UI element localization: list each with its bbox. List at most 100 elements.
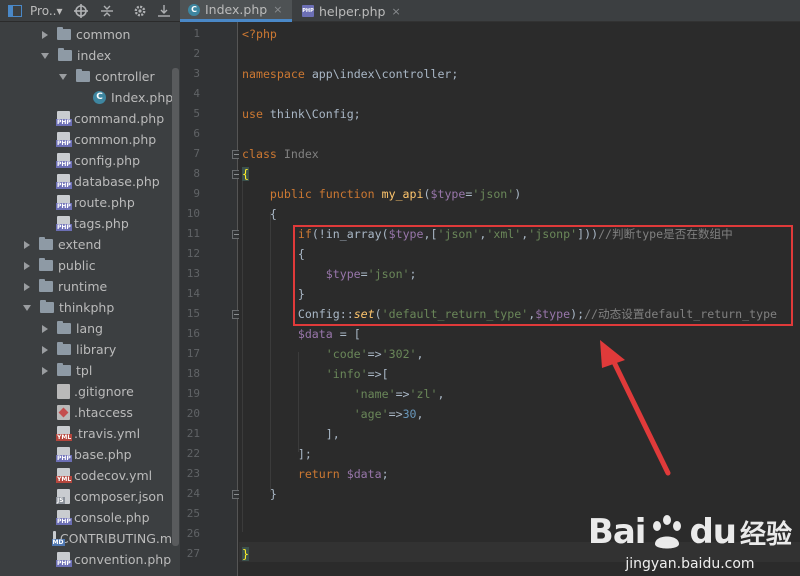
tree-item-label: convention.php (74, 552, 172, 567)
close-icon[interactable]: × (273, 3, 282, 16)
chevron-down-icon[interactable] (59, 73, 67, 80)
tree-item-label: lang (76, 321, 103, 336)
tree-folder[interactable]: index (0, 45, 180, 66)
line-number: 22 (186, 447, 200, 460)
chevron-right-icon[interactable] (24, 261, 30, 270)
locate-target-icon[interactable] (74, 0, 88, 22)
line-number: 4 (193, 87, 200, 100)
tree-folder[interactable]: controller (0, 66, 180, 87)
project-view-icon[interactable] (8, 0, 22, 22)
tree-file[interactable]: YML codecov.yml (0, 465, 180, 486)
collapse-all-icon[interactable] (101, 0, 113, 22)
code-token: => (395, 387, 410, 401)
code-token: 'age' (353, 407, 389, 421)
tree-file[interactable]: PHP route.php (0, 192, 180, 213)
chevron-right-icon[interactable] (42, 366, 48, 375)
code-token: ) (514, 187, 522, 201)
project-view-dropdown[interactable]: Pro..▾ (30, 0, 62, 22)
tree-item-label: extend (58, 237, 102, 252)
code-line[interactable]: } (242, 484, 277, 504)
tree-file[interactable]: .gitignore (0, 381, 180, 402)
code-line[interactable]: ]; (242, 444, 312, 464)
chevron-down-icon[interactable] (41, 52, 49, 59)
tree-file[interactable]: PHP common.php (0, 129, 180, 150)
chevron-right-icon[interactable] (24, 282, 30, 291)
php-file-icon: PHP (56, 111, 72, 126)
tree-file[interactable]: JS composer.json (0, 486, 180, 507)
settings-gear-icon[interactable] (133, 0, 147, 22)
close-icon[interactable]: × (391, 5, 400, 18)
line-number: 8 (193, 167, 200, 180)
code-line[interactable]: class Index (242, 144, 319, 164)
code-line[interactable]: <?php (242, 24, 277, 44)
code-token: } (242, 487, 277, 501)
annotation-highlight-box (293, 225, 793, 326)
tree-folder[interactable]: extend (0, 234, 180, 255)
line-number-gutter[interactable]: 1 2 3 4 5 6 7 8 9 10 11 12 13 14 15 16 17 18 19 20 21 22 23 24 2… (180, 22, 241, 576)
code-line[interactable]: { (242, 164, 249, 184)
code-line[interactable]: 'code'=>'302', (242, 344, 424, 364)
tree-file[interactable]: MD CONTRIBUTING.md (0, 528, 180, 549)
tree-file[interactable]: C Index.php (0, 87, 180, 108)
tree-file[interactable]: PHP base.php (0, 444, 180, 465)
hide-panel-icon[interactable] (158, 0, 170, 22)
code-line[interactable]: return $data; (242, 464, 389, 484)
tab-index-php[interactable]: C Index.php × (180, 0, 292, 22)
chevron-right-icon[interactable] (42, 324, 48, 333)
tree-file[interactable]: PHP tags.php (0, 213, 180, 234)
class-icon: C (93, 91, 106, 104)
line-number: 24 (186, 487, 200, 500)
tree-folder[interactable]: common (0, 24, 180, 45)
git-file-icon (57, 384, 70, 399)
code-line[interactable]: } (242, 544, 249, 564)
tree-file[interactable]: PHP convention.php (0, 549, 180, 570)
code-line[interactable]: 'info'=>[ (242, 364, 389, 384)
tree-file[interactable]: PHP config.php (0, 150, 180, 171)
code-token: 'info' (325, 367, 368, 381)
tree-file[interactable]: PHP command.php (0, 108, 180, 129)
code-token: } (242, 547, 249, 561)
chevron-right-icon[interactable] (42, 345, 48, 354)
code-line[interactable]: 'name'=>'zl', (242, 384, 445, 404)
code-line[interactable]: public function my_api($type='json') (242, 184, 521, 204)
tree-folder[interactable]: tpl (0, 360, 180, 381)
code-line[interactable]: use think\Config; (242, 104, 361, 124)
chevron-right-icon[interactable] (24, 240, 30, 249)
tree-item-label: database.php (74, 174, 160, 189)
code-line[interactable]: { (242, 204, 277, 224)
code-token: => (367, 347, 382, 361)
php-file-icon: PHP (56, 216, 72, 231)
code-line[interactable]: namespace app\index\controller; (242, 64, 458, 84)
folder-icon (39, 237, 53, 250)
tree-item-label: composer.json (74, 489, 165, 504)
folder-icon (40, 300, 54, 313)
tree-file[interactable]: PHP database.php (0, 171, 180, 192)
chevron-down-icon[interactable] (23, 304, 31, 311)
chevron-right-icon[interactable] (42, 30, 48, 39)
code-line[interactable]: 'age'=>30, (242, 404, 424, 424)
code-line[interactable]: $data = [ (242, 324, 361, 344)
tab-helper-php[interactable]: PHP helper.php × (294, 0, 406, 22)
tree-file[interactable]: .htaccess (0, 402, 180, 423)
line-number: 17 (186, 347, 200, 360)
tree-item-label: console.php (74, 510, 150, 525)
tree-folder[interactable]: thinkphp (0, 297, 180, 318)
tree-folder[interactable]: runtime (0, 276, 180, 297)
code-line[interactable]: ], (242, 424, 340, 444)
watermark-brand-cn: 经验 (739, 519, 792, 550)
tree-file[interactable]: PHP console.php (0, 507, 180, 528)
tree-item-label: library (76, 342, 117, 357)
project-scrollbar[interactable] (172, 68, 179, 546)
tree-folder[interactable]: public (0, 255, 180, 276)
php-file-icon: PHP (56, 195, 72, 210)
line-number: 7 (193, 147, 200, 160)
tree-folder[interactable]: library (0, 339, 180, 360)
code-token: ]; (242, 447, 312, 461)
tree-file[interactable]: YML .travis.yml (0, 423, 180, 444)
code-token: 'code' (325, 347, 368, 361)
tab-label: Index.php (205, 2, 268, 17)
line-number: 21 (186, 427, 200, 440)
tree-folder[interactable]: lang (0, 318, 180, 339)
